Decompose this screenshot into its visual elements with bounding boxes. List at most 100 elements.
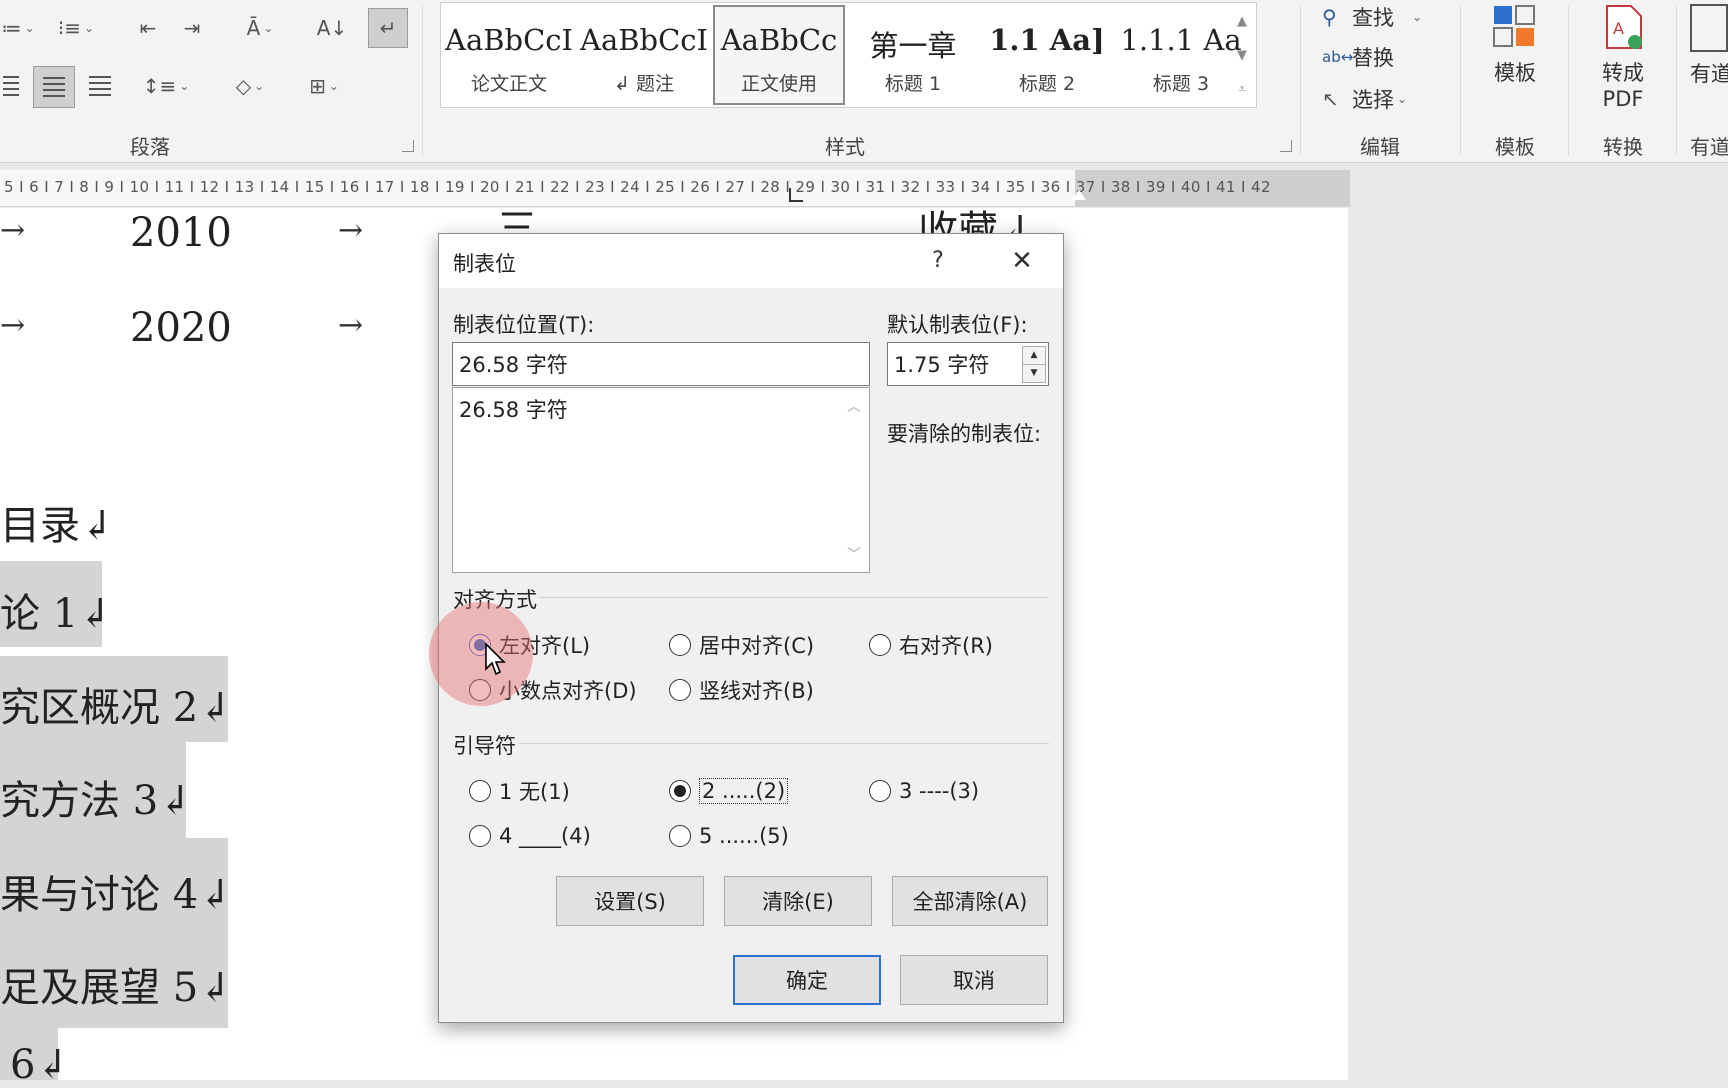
gallery-more-icon[interactable]: ⩡: [1230, 75, 1254, 105]
template-button[interactable]: 模板: [1470, 4, 1560, 87]
style-sample: 第一章: [869, 29, 957, 63]
sort-button[interactable]: A↓: [314, 10, 350, 46]
toc-line: 足及展望 5↲: [0, 965, 232, 1011]
tab-stop-list-item[interactable]: 26.58 字符: [459, 394, 568, 424]
tabs-to-clear-label: 要清除的制表位:: [887, 422, 1042, 446]
leader-none-radio[interactable]: 1 无(1): [469, 776, 570, 806]
text-direction-button[interactable]: Ā ⌄: [232, 10, 288, 46]
cancel-button[interactable]: 取消: [900, 955, 1048, 1005]
style-sample: AaBbCcI: [580, 23, 708, 57]
text-direction-icon: Ā: [246, 16, 261, 40]
replace-button[interactable]: ab↔ 替换: [1322, 40, 1394, 74]
set-button[interactable]: 设置(S): [556, 876, 704, 926]
convert-to-pdf-button[interactable]: A 转成 PDF: [1578, 4, 1668, 111]
style-item[interactable]: AaBbCcI ↲ 题注: [580, 7, 708, 103]
radio-indicator: [469, 780, 491, 802]
distributed-icon: [89, 76, 111, 96]
tab-position-input[interactable]: 26.58 字符: [452, 342, 870, 386]
youdao-label: 有道: [1690, 62, 1728, 86]
dialog-titlebar[interactable]: 制表位 ? ✕: [439, 234, 1063, 288]
spin-down-icon[interactable]: ▼: [1022, 364, 1046, 383]
style-name: 论文正文: [470, 73, 547, 95]
youdao-group-label: 有道: [1690, 135, 1728, 159]
tab-stop-list[interactable]: 26.58 字符 ︿ ﹀: [452, 387, 870, 573]
style-name: 正文使用: [740, 73, 817, 95]
paragraph-group-label: 段落: [130, 135, 170, 159]
radio-label: 右对齐(R): [899, 634, 993, 658]
clear-all-button[interactable]: 全部清除(A): [892, 876, 1048, 926]
scroll-up-icon[interactable]: ︿: [839, 396, 869, 416]
select-label: 选择: [1352, 88, 1394, 112]
replace-label: 替换: [1352, 46, 1394, 70]
style-item[interactable]: 1.1.1 Aa 标题 3: [1117, 7, 1245, 103]
default-tab-stepper[interactable]: 1.75 字符 ▲ ▼: [887, 342, 1049, 386]
increase-indent-button[interactable]: ⇥: [174, 10, 210, 46]
gallery-scroll-down-icon[interactable]: ▼: [1230, 41, 1254, 71]
align-left-button[interactable]: [0, 68, 22, 104]
show-formatting-marks-button[interactable]: ↵: [368, 8, 408, 48]
decrease-indent-icon: ⇤: [139, 16, 157, 40]
spin-up-icon[interactable]: ▲: [1022, 346, 1046, 365]
align-right-radio[interactable]: 右对齐(R): [869, 630, 993, 660]
convert-group-label: 转换: [1603, 135, 1643, 159]
template-icon: [1493, 5, 1535, 47]
toc-line: 果与讨论 4↲: [0, 872, 232, 918]
radio-indicator: [669, 634, 691, 656]
align-bar-radio[interactable]: 竖线对齐(B): [669, 675, 814, 705]
style-item-selected[interactable]: AaBbCc 正文使用: [713, 5, 845, 105]
shading-button[interactable]: ◇ ⌄: [222, 68, 278, 104]
style-item[interactable]: 1.1 Aa] 标题 2: [983, 7, 1111, 103]
line-spacing-button[interactable]: ↕≡ ⌄: [138, 68, 194, 104]
align-center-radio[interactable]: 居中对齐(C): [669, 630, 814, 660]
list-scrollbar[interactable]: ︿ ﹀: [839, 388, 869, 572]
leader-dots-radio[interactable]: 2 .....(2): [669, 776, 789, 806]
select-button[interactable]: ↖ 选择 ⌄: [1322, 82, 1407, 116]
leader-dashes-radio[interactable]: 3 ----(3): [869, 776, 979, 806]
tab-stop-marker[interactable]: [789, 188, 803, 202]
decrease-indent-button[interactable]: ⇤: [130, 10, 166, 46]
toc-line: 究方法 3↲: [0, 778, 192, 824]
group-separator: [1568, 6, 1569, 156]
style-name: 标题 2: [1018, 73, 1076, 95]
distributed-button[interactable]: [82, 68, 118, 104]
style-item[interactable]: AaBbCcI 论文正文: [445, 7, 573, 103]
bullets-button[interactable]: ≔ ⌄: [0, 10, 36, 46]
toc-title: 目录↲: [0, 503, 114, 549]
style-name: 标题 1: [884, 73, 942, 95]
styles-gallery: AaBbCcI 论文正文 AaBbCcI ↲ 题注 AaBbCc 正文使用 第一…: [440, 2, 1257, 108]
scroll-down-icon[interactable]: ﹀: [839, 544, 869, 564]
help-icon[interactable]: ?: [921, 244, 955, 278]
ok-button[interactable]: 确定: [733, 955, 881, 1005]
mouse-pointer-icon: [485, 642, 506, 676]
svg-text:A: A: [1613, 19, 1624, 38]
justify-button[interactable]: [33, 66, 75, 108]
pdf-icon: A: [1606, 5, 1642, 49]
multilevel-list-button[interactable]: ⁝≡ ⌄: [48, 10, 104, 46]
radio-indicator: [869, 780, 891, 802]
paragraph-dialog-launcher[interactable]: [402, 140, 414, 152]
right-indent-marker[interactable]: [1072, 190, 1086, 200]
radio-indicator: [669, 679, 691, 701]
increase-indent-icon: ⇥: [183, 16, 201, 40]
clear-button[interactable]: 清除(E): [724, 876, 872, 926]
horizontal-ruler[interactable]: 5 I 6 I 7 I 8 I 9 I 10 I 11 I 12 I 13 I …: [0, 170, 1350, 207]
year-2010: 2010: [130, 210, 232, 256]
close-icon[interactable]: ✕: [1005, 244, 1039, 278]
tab-arrow: →: [0, 308, 26, 343]
multilevel-list-icon: ⁝≡: [57, 16, 82, 40]
leader-underline-radio[interactable]: 4 ____(4): [469, 821, 591, 851]
borders-button[interactable]: ⊞ ⌄: [296, 68, 352, 104]
youdao-button[interactable]: 有道: [1690, 4, 1728, 88]
radio-label: 4 ____(4): [499, 824, 591, 848]
radio-label: 2 .....(2): [699, 778, 789, 804]
tabs-dialog: 制表位 ? ✕ 制表位位置(T): 26.58 字符 26.58 字符 ︿ ﹀ …: [438, 233, 1064, 1023]
styles-dialog-launcher[interactable]: [1280, 140, 1292, 152]
find-button[interactable]: ⚲ 查找 ⌄: [1322, 0, 1422, 34]
justify-icon: [43, 77, 65, 97]
style-item[interactable]: 第一章 标题 1: [849, 7, 977, 103]
group-separator: [1300, 6, 1301, 156]
leader-middle-dots-radio[interactable]: 5 ......(5): [669, 821, 789, 851]
formatting-mark-icon: ↵: [379, 16, 397, 40]
radio-indicator: [669, 780, 691, 802]
gallery-scroll-up-icon[interactable]: ▲: [1230, 7, 1254, 37]
